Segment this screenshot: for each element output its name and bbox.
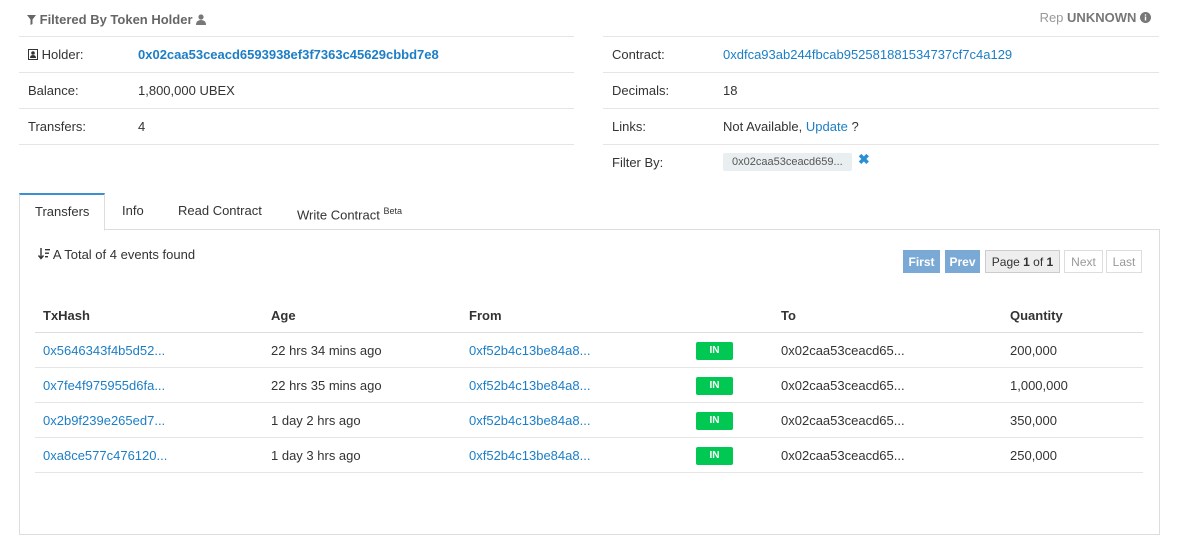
user-icon — [196, 14, 207, 25]
age-cell: 1 day 3 hrs ago — [263, 437, 461, 473]
table-row: 0x7fe4f975955d6fa... 22 hrs 35 mins ago … — [35, 367, 1143, 403]
table-row: 0x5646343f4b5d52... 22 hrs 34 mins ago 0… — [35, 332, 1143, 368]
page-indicator: Page 1 of 1 — [985, 250, 1060, 273]
to-cell: 0x02caa53ceacd65... — [773, 402, 1002, 438]
events-total: A Total of 4 events found — [37, 247, 196, 262]
col-age: Age — [263, 299, 461, 333]
col-to: To — [773, 299, 1002, 333]
next-page-button[interactable]: Next — [1064, 250, 1103, 273]
direction-badge: IN — [696, 341, 733, 360]
page-current: 1 — [1023, 255, 1030, 269]
table-header-row: TxHash Age From To Quantity — [35, 299, 1143, 333]
col-txhash: TxHash — [35, 299, 263, 333]
direction-badge: IN — [696, 446, 733, 465]
page-title: Filtered By Token Holder — [39, 12, 193, 27]
filter-label: Filter By: — [612, 155, 664, 170]
quantity-cell: 350,000 — [1002, 402, 1143, 438]
page-heading: Filtered By Token Holder — [27, 12, 207, 27]
balance-row: Balance: 1,800,000 UBEX — [19, 72, 574, 108]
first-page-button[interactable]: First — [903, 250, 940, 273]
col-quantity: Quantity — [1002, 299, 1143, 333]
tab-info[interactable]: Info — [107, 193, 159, 229]
holder-label-group: Holder: — [28, 47, 84, 62]
to-cell: 0x02caa53ceacd65... — [773, 367, 1002, 403]
holder-label: Holder: — [41, 47, 84, 62]
txhash-link[interactable]: 0x7fe4f975955d6fa... — [43, 378, 165, 393]
rep-value: UNKNOWN — [1067, 10, 1137, 25]
reputation: Rep UNKNOWN — [1040, 10, 1151, 25]
from-link[interactable]: 0xf52b4c13be84a8... — [469, 448, 590, 463]
to-cell: 0x02caa53ceacd65... — [773, 437, 1002, 473]
links-question: ? — [851, 119, 859, 134]
tab-transfers-label: Transfers — [35, 204, 90, 219]
txhash-link[interactable]: 0x2b9f239e265ed7... — [43, 413, 165, 428]
holder-address-link[interactable]: 0x02caa53ceacd6593938ef3f7363c45629cbbd7… — [138, 47, 439, 62]
contract-address-link[interactable]: 0xdfca93ab244fbcab952581881534737cf7c4a1… — [723, 47, 1012, 62]
transfers-row: Transfers: 4 — [19, 108, 574, 145]
contract-label: Contract: — [612, 47, 665, 62]
transfers-label: Transfers: — [28, 119, 87, 134]
transfers-panel: A Total of 4 events found First Prev Pag… — [19, 229, 1160, 535]
decimals-value: 18 — [723, 83, 738, 98]
user-square-icon — [28, 49, 38, 60]
transfers-value: 4 — [138, 119, 146, 134]
page-total: 1 — [1046, 255, 1054, 269]
links-value: Not Available, Update ? — [723, 119, 859, 134]
from-link[interactable]: 0xf52b4c13be84a8... — [469, 343, 590, 358]
tab-write-contract[interactable]: Write Contract Beta — [282, 193, 417, 229]
balance-label: Balance: — [28, 83, 79, 98]
sort-icon — [37, 248, 50, 260]
direction-badge: IN — [696, 376, 733, 395]
contract-row: Contract: 0xdfca93ab244fbcab952581881534… — [603, 36, 1159, 72]
filter-row: Filter By: 0x02caa53ceacd659... ✖ — [603, 144, 1159, 183]
col-from: From — [461, 299, 690, 333]
contract-overview: Contract: 0xdfca93ab244fbcab952581881534… — [603, 36, 1159, 183]
tab-transfers[interactable]: Transfers — [19, 193, 106, 231]
info-icon[interactable] — [1140, 12, 1151, 23]
tab-write-contract-label: Write Contract — [297, 207, 380, 223]
tab-read-contract[interactable]: Read Contract — [163, 193, 277, 229]
txhash-link[interactable]: 0xa8ce577c476120... — [43, 448, 167, 463]
table-row: 0x2b9f239e265ed7... 1 day 2 hrs ago 0xf5… — [35, 402, 1143, 438]
direction-badge: IN — [696, 411, 733, 430]
filter-pill: 0x02caa53ceacd659... — [723, 153, 852, 171]
holder-overview: Holder: 0x02caa53ceacd6593938ef3f7363c45… — [19, 36, 574, 145]
age-cell: 22 hrs 35 mins ago — [263, 367, 461, 403]
tab-info-label: Info — [122, 203, 144, 218]
balance-value: 1,800,000 UBEX — [138, 83, 235, 98]
quantity-cell: 250,000 — [1002, 437, 1143, 473]
rep-label: Rep — [1039, 10, 1064, 25]
filter-icon — [27, 15, 36, 25]
links-label: Links: — [612, 119, 646, 134]
from-link[interactable]: 0xf52b4c13be84a8... — [469, 378, 590, 393]
events-total-text: A Total of 4 events found — [52, 247, 196, 262]
tab-read-contract-label: Read Contract — [178, 203, 262, 218]
age-cell: 1 day 2 hrs ago — [263, 402, 461, 438]
decimals-row: Decimals: 18 — [603, 72, 1159, 108]
page-of: of — [1033, 255, 1044, 269]
quantity-cell: 1,000,000 — [1002, 367, 1143, 403]
age-cell: 22 hrs 34 mins ago — [263, 332, 461, 368]
tab-bar: Transfers Info Read Contract Write Contr… — [19, 193, 1159, 231]
links-row: Links: Not Available, Update ? — [603, 108, 1159, 144]
holder-row: Holder: 0x02caa53ceacd6593938ef3f7363c45… — [19, 36, 574, 72]
to-cell: 0x02caa53ceacd65... — [773, 332, 1002, 368]
pagination: First Prev Page 1 of 1 Next Last — [903, 250, 1142, 273]
beta-badge: Beta — [383, 206, 402, 216]
transfers-table: TxHash Age From To Quantity 0x5646343f4b… — [35, 299, 1143, 473]
close-icon[interactable]: ✖ — [858, 151, 870, 168]
decimals-label: Decimals: — [612, 83, 670, 98]
page-prefix: Page — [991, 255, 1020, 269]
txhash-link[interactable]: 0x5646343f4b5d52... — [43, 343, 165, 358]
col-direction — [690, 299, 773, 333]
table-row: 0xa8ce577c476120... 1 day 3 hrs ago 0xf5… — [35, 437, 1143, 473]
last-page-button[interactable]: Last — [1106, 250, 1142, 273]
quantity-cell: 200,000 — [1002, 332, 1143, 368]
update-link[interactable]: Update — [806, 119, 848, 134]
from-link[interactable]: 0xf52b4c13be84a8... — [469, 413, 590, 428]
prev-page-button[interactable]: Prev — [945, 250, 980, 273]
links-text: Not Available, — [723, 119, 803, 134]
